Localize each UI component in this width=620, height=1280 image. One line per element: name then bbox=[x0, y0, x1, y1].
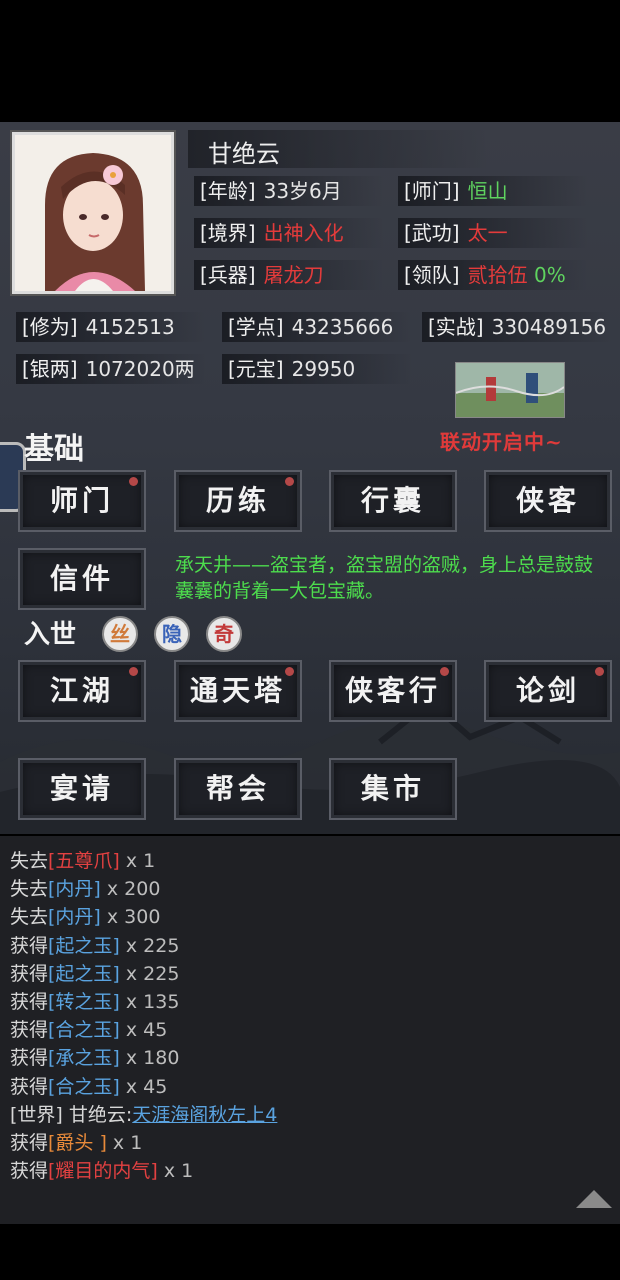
character-avatar[interactable] bbox=[12, 132, 174, 294]
log-line: 失去[内丹] x 300 bbox=[10, 906, 161, 928]
section-title-basic: 基础 bbox=[24, 432, 84, 467]
stat-study: [学点] 43235666 bbox=[222, 310, 412, 344]
event-banner-image[interactable] bbox=[455, 362, 565, 418]
stat-yuanbao: [元宝] 29950 bbox=[222, 352, 412, 386]
badge-silk[interactable]: 丝 bbox=[102, 616, 138, 652]
log-line: 获得[合之玉] x 45 bbox=[10, 1019, 168, 1041]
button-heroes[interactable]: 侠客 bbox=[484, 470, 612, 532]
notice-text: 承天井——盗宝者，盗宝盟的盗贼，身上总是鼓鼓囊囊的背着一大包宝藏。 bbox=[175, 554, 594, 602]
button-guild[interactable]: 帮会 bbox=[174, 758, 302, 820]
stat-realm: [境界] 出神入化 bbox=[194, 216, 384, 250]
log-line: 获得[起之玉] x 225 bbox=[10, 935, 180, 957]
stat-martial[interactable]: [武功] 太一 bbox=[398, 216, 588, 250]
button-tower[interactable]: 通天塔 bbox=[174, 660, 302, 722]
badge-hidden[interactable]: 隐 bbox=[154, 616, 190, 652]
event-text[interactable]: 联动开启中~ bbox=[440, 426, 563, 455]
button-training[interactable]: 历练 bbox=[174, 470, 302, 532]
button-mail[interactable]: 信件 bbox=[18, 548, 146, 610]
log-line: 失去[内丹] x 200 bbox=[10, 878, 161, 900]
button-sword-debate[interactable]: 论剑 bbox=[484, 660, 612, 722]
button-inventory[interactable]: 行囊 bbox=[329, 470, 457, 532]
stat-silver: [银两] 1072020两 bbox=[16, 352, 206, 386]
notification-dot bbox=[440, 667, 449, 676]
stat-cultivation: [修为] 4152513 bbox=[16, 310, 206, 344]
button-banquet[interactable]: 宴请 bbox=[18, 758, 146, 820]
notification-dot bbox=[285, 667, 294, 676]
stat-combat: [实战] 330489156 bbox=[422, 310, 612, 344]
triangle-up-icon[interactable] bbox=[576, 1190, 612, 1208]
badge-strange[interactable]: 奇 bbox=[206, 616, 242, 652]
button-sect[interactable]: 师门 bbox=[18, 470, 146, 532]
log-line: 获得[起之玉] x 225 bbox=[10, 963, 180, 985]
log-line: 获得[爵头 ] x 1 bbox=[10, 1132, 143, 1154]
notification-dot bbox=[129, 477, 138, 486]
stat-weapon[interactable]: [兵器] 屠龙刀 bbox=[194, 258, 384, 292]
notification-dot bbox=[129, 667, 138, 676]
button-hero-journey[interactable]: 侠客行 bbox=[329, 660, 457, 722]
notification-dot bbox=[285, 477, 294, 486]
log-line: 获得[耀目的内气] x 1 bbox=[10, 1160, 194, 1182]
chat-link[interactable]: 天涯海阁秋左上4 bbox=[132, 1104, 277, 1126]
stat-sect[interactable]: [师门] 恒山 bbox=[398, 174, 588, 208]
log-line: 失去[五尊爪] x 1 bbox=[10, 850, 156, 872]
log-line-world-chat[interactable]: [世界] 甘绝云:天涯海阁秋左上4 bbox=[10, 1100, 277, 1127]
log-line: 获得[合之玉] x 45 bbox=[10, 1076, 168, 1098]
button-market[interactable]: 集市 bbox=[329, 758, 457, 820]
stat-team[interactable]: [领队] 贰拾伍 0% bbox=[398, 258, 588, 292]
log-line: 获得[转之玉] x 135 bbox=[10, 991, 180, 1013]
notification-dot bbox=[595, 667, 604, 676]
button-jianghu[interactable]: 江湖 bbox=[18, 660, 146, 722]
stat-age: [年龄] 33岁6月 bbox=[194, 174, 384, 208]
log-line: 获得[承之玉] x 180 bbox=[10, 1047, 180, 1069]
character-name: 甘绝云 bbox=[208, 140, 280, 168]
section-title-world: 入世 bbox=[24, 620, 77, 650]
